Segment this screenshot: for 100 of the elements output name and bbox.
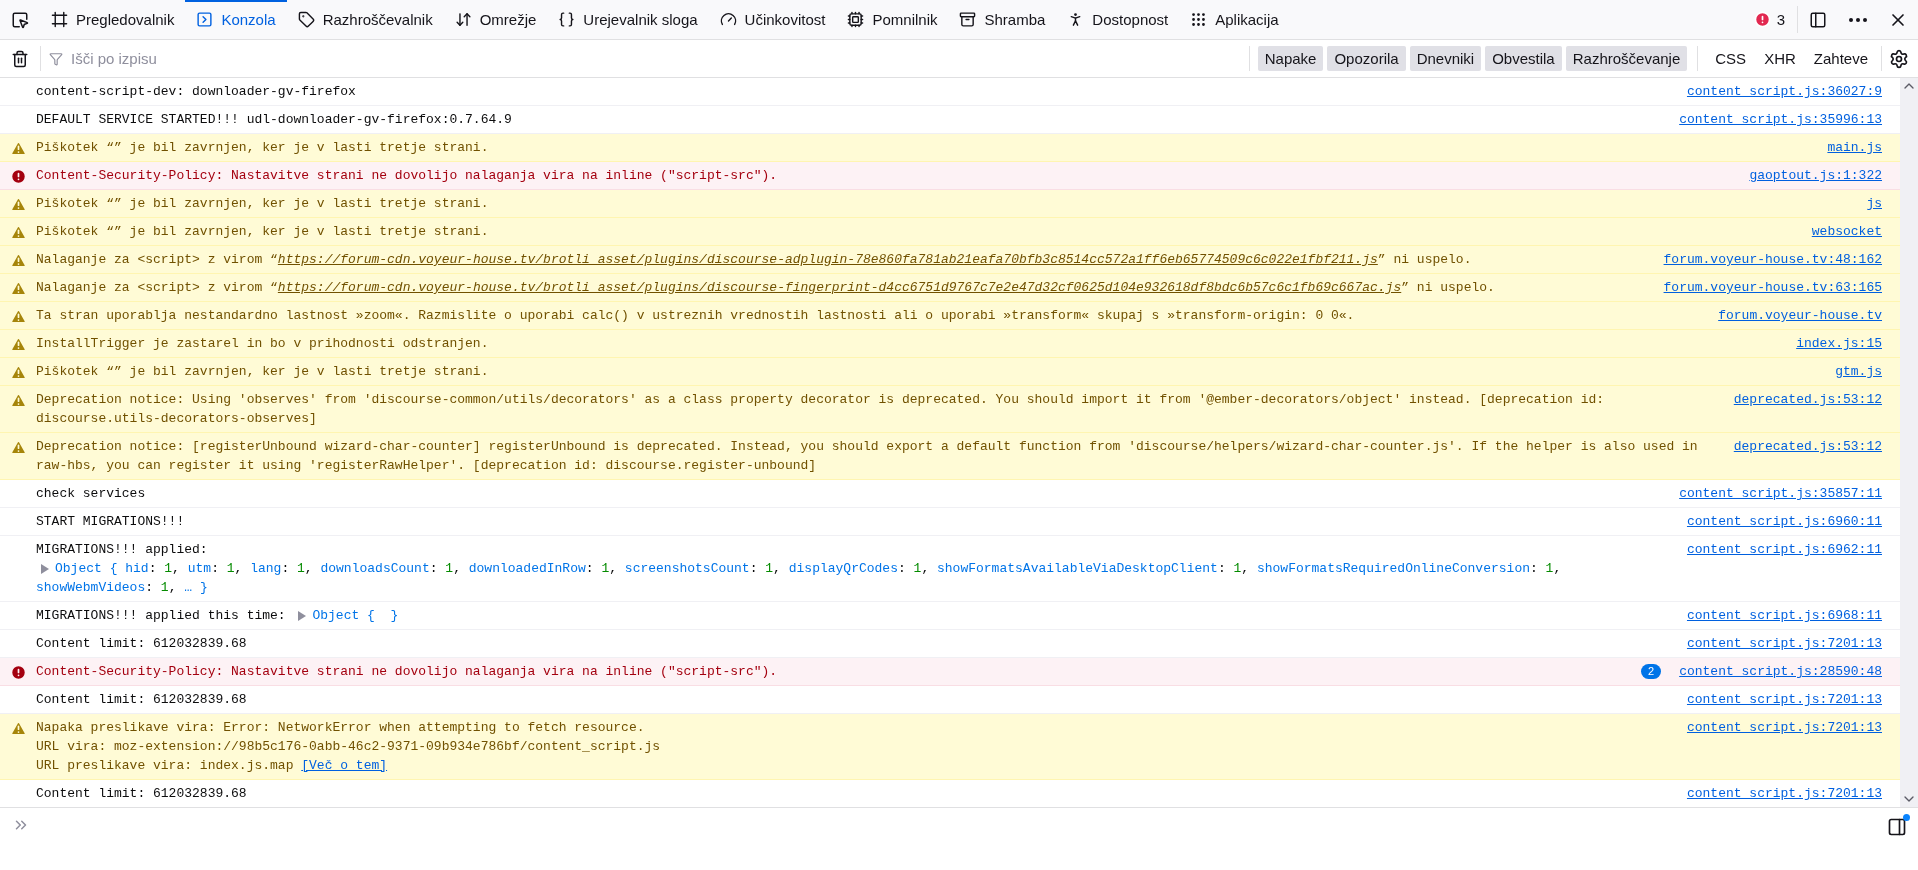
source-link[interactable]: content_script.js:7201:13	[1686, 690, 1882, 709]
console-icon	[196, 11, 214, 28]
devtools-tab[interactable]: Urejevalnik sloga	[547, 0, 709, 39]
warning-icon	[9, 308, 27, 325]
source-link[interactable]: content_script.js:28590:48	[1679, 662, 1882, 681]
log-message: Ta stran uporablja nestandardno lastnost »zoom«. Razmislite o uporabi calc() v ustreznih vrednostih lastnosti ali o uporabi »transform« skupaj s »transform-origin: 0 0«.	[36, 307, 1356, 325]
log-message: Piškotek “” je bil zavrnjen, ker je v lasti tretje strani.	[36, 139, 490, 157]
warning-icon	[9, 224, 27, 241]
source-link[interactable]: content_script.js:6960:11	[1686, 512, 1882, 531]
grid-icon	[1190, 11, 1208, 28]
log-message: Nalaganje za <script> z virom “https://forum-cdn.voyeur-house.tv/brotli_asset/plugins/discourse-adplugin-78e860fa781ab21eafa70bfb3c8514cc572a1ff6eb65774509c6c022e1fbf211.js” ni uspelo.	[36, 251, 1473, 269]
repeat-count: 2	[1641, 664, 1662, 679]
source-link[interactable]: content_script.js:35857:11	[1679, 484, 1882, 503]
source-link[interactable]: deprecated.js:53:12	[1733, 390, 1882, 409]
log-message: Piškotek “” je bil zavrnjen, ker je v lasti tretje strani.	[36, 195, 490, 213]
drawer-icon	[959, 11, 977, 28]
chip-icon	[847, 11, 865, 28]
source-link[interactable]: deprecated.js:53:12	[1733, 437, 1882, 456]
log-message: Content-Security-Policy: Nastavitve strani ne dovolijo nalaganja vira na inline ("script-src").	[36, 663, 779, 681]
type-filter-button[interactable]: Zahteve	[1806, 46, 1875, 71]
source-link[interactable]: index.js:15	[1796, 334, 1882, 353]
source-link[interactable]: forum.voyeur-house.tv	[1718, 306, 1882, 325]
cursor-in-box-icon	[11, 10, 29, 29]
warning-icon	[9, 392, 27, 409]
braces-icon	[558, 11, 576, 28]
type-filter-button[interactable]: CSS	[1708, 46, 1754, 71]
log-message: content-script-dev: downloader-gv-firefox	[36, 83, 357, 101]
arrows-icon	[454, 11, 472, 28]
level-filter-button[interactable]: Dnevniki	[1409, 46, 1482, 71]
trash-icon	[11, 49, 29, 68]
warning-icon	[9, 364, 27, 381]
devtools-tab[interactable]: Shramba	[948, 0, 1057, 39]
warning-icon	[9, 140, 27, 157]
level-filter-button[interactable]: Opozorila	[1327, 46, 1406, 71]
panel-icon	[1887, 817, 1907, 837]
panel-icon	[1809, 10, 1827, 29]
error-count-button[interactable]: 3	[1741, 0, 1797, 39]
log-message: MIGRATIONS!!! applied this time: Object { }	[36, 606, 400, 625]
source-link[interactable]: websocket	[1811, 222, 1882, 241]
settings-icon	[1889, 48, 1909, 69]
gauge-icon	[719, 11, 737, 28]
devtools-tab[interactable]: Pregledovalnik	[40, 0, 186, 39]
devtools-tab[interactable]: Dostopnost	[1056, 0, 1180, 39]
source-link[interactable]: content_script.js:35996:13	[1679, 110, 1882, 129]
log-message: InstallTrigger je zastarel in bo v prihodnosti odstranjen.	[36, 335, 490, 353]
source-link[interactable]: content_script.js:7201:13	[1686, 784, 1882, 803]
source-link[interactable]: content_script.js:6962:11	[1686, 540, 1882, 559]
level-filter-button[interactable]: Napake	[1257, 46, 1324, 71]
sidebar-toggle-button[interactable]	[1886, 816, 1908, 838]
warning-icon	[9, 720, 27, 737]
source-link[interactable]: content_script.js:7201:13	[1686, 718, 1882, 737]
ellipsis-icon	[1849, 17, 1867, 22]
source-link[interactable]: gtm.js	[1835, 362, 1882, 381]
log-message: Content-Security-Policy: Nastavitve strani ne dovolijo nalaganja vira na inline ("script-src").	[36, 167, 779, 185]
warning-icon	[9, 280, 27, 297]
source-link[interactable]: js	[1866, 194, 1882, 213]
devtools-tab[interactable]: Aplikacija	[1179, 0, 1290, 39]
scrollbar[interactable]	[1900, 78, 1918, 807]
log-message: Nalaganje za <script> z virom “https://forum-cdn.voyeur-house.tv/brotli_asset/plugins/discourse-fingerprint-d4cc6751d9767c7e2e47d32cf0625d104e932618df8bdc6b57c6c1fb69c667ac.js” ni uspelo.	[36, 279, 1496, 297]
warning-icon	[9, 252, 27, 269]
source-link[interactable]: forum.voyeur-house.tv:48:162	[1663, 250, 1882, 269]
source-link[interactable]: content_script.js:36027:9	[1686, 82, 1882, 101]
object-preview[interactable]: Object { hid: 1, utm: 1, lang: 1, downloadsCount: 1, downloadedInRow: 1, screenshotsCount: 1, displayQrCodes: 1, showFormatsAvailableViaDesktopClient: 1, showFormatsRequiredOnlineConversion: 1, showWebmVideos: 1, … }	[36, 559, 1671, 597]
devtools-tab[interactable]: Pomnilnik	[836, 0, 949, 39]
log-message: START MIGRATIONS!!!	[36, 513, 186, 531]
source-link[interactable]: main.js	[1827, 138, 1882, 157]
expand-caret-icon[interactable]	[40, 563, 49, 574]
devtools-tab[interactable]: Učinkovitost	[708, 0, 837, 39]
level-filter-button[interactable]: Obvestila	[1485, 46, 1562, 71]
level-filter-button[interactable]: Razhroščevanje	[1565, 46, 1688, 71]
log-message: Content limit: 612032839.68	[36, 691, 248, 709]
log-message: Piškotek “” je bil zavrnjen, ker je v lasti tretje strani.	[36, 363, 490, 381]
log-message: DEFAULT SERVICE STARTED!!! udl-downloader-gv-firefox:0.7.64.9	[36, 111, 513, 129]
devtools-tab[interactable]: Konzola	[185, 0, 287, 39]
expand-caret-icon[interactable]	[297, 610, 307, 621]
warning-icon	[9, 439, 27, 456]
source-link[interactable]: content_script.js:7201:13	[1686, 634, 1882, 653]
warning-icon	[9, 336, 27, 353]
log-message: check services	[36, 485, 147, 503]
warning-icon	[9, 196, 27, 213]
url-link[interactable]: https://forum-cdn.voyeur-house.tv/brotli_asset/plugins/discourse-adplugin-78e860fa781ab21eafa70bfb3c8514cc572a1ff6eb65774509c6c022e1fbf211.js	[277, 252, 1378, 267]
frame-icon	[51, 11, 68, 28]
log-message: Deprecation notice: [registerUnbound wizard-char-counter] registerUnbound is deprecated. Instead, you should export a default function from 'discourse/helpers/wizard-char-counter.js'. If the helper is also used in raw-hbs, you can register it using 'registerRawHelper'. [deprecation id: discourse.register-unbound]	[36, 438, 1699, 475]
devtools-tab[interactable]: Razhroščevalnik	[286, 0, 444, 39]
log-message: Content limit: 612032839.68	[36, 785, 248, 803]
log-message: Content limit: 612032839.68	[36, 635, 248, 653]
source-link[interactable]: content_script.js:6968:11	[1686, 606, 1882, 625]
object-preview[interactable]: Object { }	[293, 606, 399, 625]
type-filter-button[interactable]: XHR	[1757, 46, 1803, 71]
log-message: Napaka preslikave vira: Error: NetworkError when attempting to fetch resource. URL vira: moz-extension://98b5c176-0abb-46c2-9371-09b934e786bf/content_script.js URL preslikave vira: index.js.map [Več o tem]	[36, 719, 662, 775]
filter-field[interactable]: Išči po izpisu	[69, 49, 1241, 68]
log-message: Piškotek “” je bil zavrnjen, ker je v lasti tretje strani.	[36, 223, 490, 241]
log-message: Deprecation notice: Using 'observes' from 'discourse-common/utils/decorators' as a class property decorator is deprecated. You should import it from '@ember-decorators/object' instead. [deprecation id: discourse.utils-decorators-observes]	[36, 391, 1606, 428]
tag-icon	[297, 11, 315, 28]
log-message: MIGRATIONS!!! applied: Object { hid: 1, utm: 1, lang: 1, downloadsCount: 1, downloadedInRow: 1, screenshotsCount: 1, displayQrCodes: 1, showFormatsAvailableViaDesktopClient: 1, showFormatsRequiredOnlineConversion: 1, showWebmVideos: 1, … }	[36, 540, 1687, 597]
url-link[interactable]: https://forum-cdn.voyeur-house.tv/brotli_asset/plugins/discourse-fingerprint-d4cc6751d9767c7e2e47d32cf0625d104e932618df8bdc6b57c6c1fb69c667ac.js	[277, 280, 1402, 295]
learn-more-link[interactable]: [Več o tem]	[301, 758, 388, 773]
source-link[interactable]: gaoptout.js:1:322	[1749, 166, 1882, 185]
source-link[interactable]: forum.voyeur-house.tv:63:165	[1663, 278, 1882, 297]
devtools-tab[interactable]: Omrežje	[443, 0, 548, 39]
